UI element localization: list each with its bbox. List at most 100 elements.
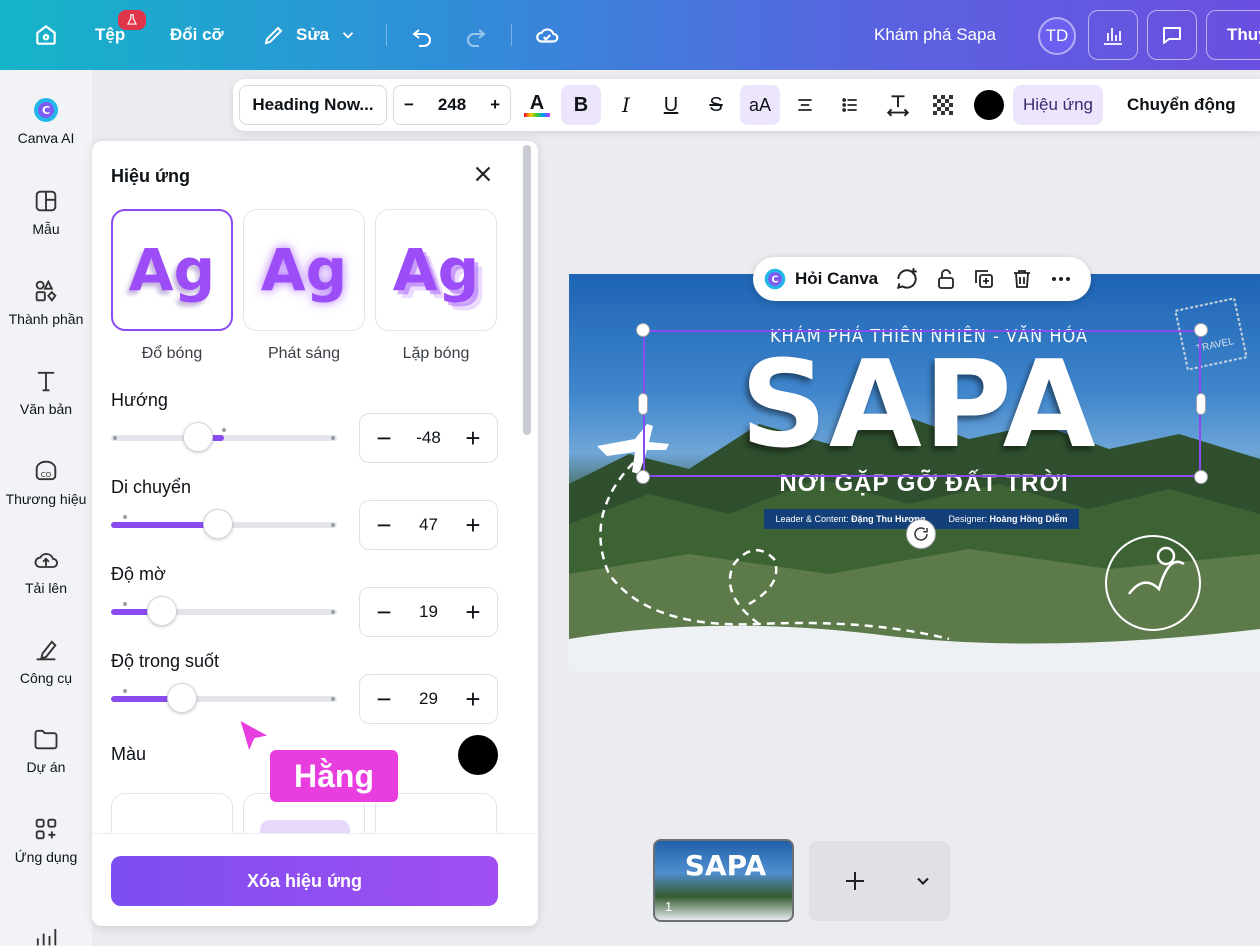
minus-button[interactable]: − bbox=[372, 686, 396, 712]
text-spacing-icon bbox=[886, 95, 910, 117]
spacing-button[interactable] bbox=[878, 85, 918, 125]
ask-canva-button[interactable]: C Hỏi Canva bbox=[763, 267, 878, 291]
resize-handle[interactable] bbox=[1196, 393, 1206, 415]
plus-button[interactable]: + bbox=[461, 425, 485, 451]
effect-glow-card[interactable]: Ag bbox=[243, 209, 365, 331]
color-swatch-button[interactable] bbox=[971, 85, 1007, 125]
folder-icon bbox=[34, 729, 58, 750]
sidebar-item-tools[interactable]: Công cụ bbox=[0, 636, 92, 686]
bold-button[interactable]: B bbox=[561, 85, 601, 125]
resize-handle[interactable] bbox=[1194, 323, 1208, 337]
transparency-stepper[interactable]: − 29 + bbox=[359, 674, 498, 724]
effect-shadow-card[interactable]: Ag bbox=[111, 209, 233, 331]
element-context-toolbar: C Hỏi Canva bbox=[753, 257, 1091, 301]
undo-button[interactable] bbox=[408, 0, 436, 70]
chevron-down-icon[interactable] bbox=[913, 871, 933, 891]
offset-slider[interactable] bbox=[111, 509, 337, 539]
sidebar-item-canva-ai[interactable]: C Canva AI bbox=[0, 96, 92, 146]
sidebar-item-apps[interactable]: Ứng dụng bbox=[0, 815, 92, 865]
letter-case-button[interactable]: aA bbox=[740, 85, 780, 125]
sidebar-item-elements[interactable]: Thành phần bbox=[0, 277, 92, 327]
plus-button[interactable]: + bbox=[461, 599, 485, 625]
slider-knob[interactable] bbox=[147, 596, 177, 626]
minus-button[interactable]: − bbox=[372, 512, 396, 538]
more-icon[interactable] bbox=[1048, 267, 1074, 291]
resize-handle[interactable] bbox=[636, 323, 650, 337]
plus-button[interactable]: + bbox=[461, 512, 485, 538]
plus-button[interactable]: + bbox=[461, 686, 485, 712]
slider-knob[interactable] bbox=[203, 509, 233, 539]
direction-slider[interactable] bbox=[111, 422, 337, 452]
panel-footer: Xóa hiệu ứng bbox=[92, 833, 538, 926]
shadow-color-swatch[interactable] bbox=[458, 735, 498, 775]
track-dot bbox=[113, 436, 117, 440]
underline-button[interactable]: U bbox=[651, 85, 691, 125]
resize-handle[interactable] bbox=[638, 393, 648, 415]
comments-button[interactable] bbox=[1147, 10, 1197, 60]
sidebar-item-projects[interactable]: Dự án bbox=[0, 725, 92, 775]
design-title[interactable]: Khám phá Sapa bbox=[874, 0, 996, 70]
text-color-button[interactable]: A bbox=[517, 85, 557, 125]
transparency-slider[interactable] bbox=[111, 683, 337, 713]
minus-button[interactable]: − bbox=[372, 425, 396, 451]
offset-value[interactable]: 47 bbox=[419, 515, 438, 535]
italic-button[interactable]: I bbox=[606, 85, 646, 125]
redo-button[interactable] bbox=[462, 0, 490, 70]
transparency-value[interactable]: 29 bbox=[419, 689, 438, 709]
close-button[interactable] bbox=[470, 161, 496, 187]
font-family-select[interactable]: Heading Now... bbox=[239, 85, 387, 125]
lock-icon[interactable] bbox=[934, 267, 958, 291]
slider-knob[interactable] bbox=[167, 683, 197, 713]
blur-label: Độ mờ bbox=[111, 564, 166, 584]
slider-knob[interactable] bbox=[183, 422, 213, 452]
decrease-size-button[interactable]: − bbox=[404, 95, 414, 115]
home-icon bbox=[36, 24, 56, 45]
collaborator-cursor-icon bbox=[238, 718, 271, 754]
resize-handle[interactable] bbox=[1194, 470, 1208, 484]
sidebar-item-uploads[interactable]: Tải lên bbox=[0, 546, 92, 596]
effect-echo-card[interactable]: Ag bbox=[375, 209, 497, 331]
offset-stepper[interactable]: − 47 + bbox=[359, 500, 498, 550]
effects-button[interactable]: Hiệu ứng bbox=[1013, 85, 1103, 125]
list-icon bbox=[842, 98, 857, 112]
share-button[interactable]: Thuy bbox=[1206, 10, 1260, 60]
minus-button[interactable]: − bbox=[372, 599, 396, 625]
track-dot bbox=[331, 697, 335, 701]
rotate-handle[interactable] bbox=[906, 519, 936, 549]
add-page-button[interactable] bbox=[809, 841, 950, 921]
selection-box bbox=[643, 330, 1201, 477]
resize-menu[interactable]: Đổi cỡ bbox=[170, 0, 224, 70]
direction-stepper[interactable]: − -48 + bbox=[359, 413, 498, 463]
edit-menu[interactable]: Sửa bbox=[262, 0, 357, 70]
remove-effect-button[interactable]: Xóa hiệu ứng bbox=[111, 856, 498, 906]
blur-value[interactable]: 19 bbox=[419, 602, 438, 622]
transparency-button[interactable] bbox=[923, 85, 963, 125]
blur-slider[interactable] bbox=[111, 596, 337, 626]
align-button[interactable] bbox=[785, 85, 825, 125]
increase-size-button[interactable]: + bbox=[490, 95, 500, 115]
list-button[interactable] bbox=[830, 85, 870, 125]
add-comment-icon[interactable] bbox=[894, 266, 920, 292]
direction-label: Hướng bbox=[111, 390, 168, 410]
trash-icon[interactable] bbox=[1010, 267, 1034, 291]
blur-stepper[interactable]: − 19 + bbox=[359, 587, 498, 637]
resize-handle[interactable] bbox=[636, 470, 650, 484]
color-swatch bbox=[974, 90, 1004, 120]
cloud-save-status[interactable] bbox=[532, 0, 562, 70]
page-thumbnail[interactable]: SAPA 1 bbox=[653, 839, 794, 922]
font-size-stepper[interactable]: − 248 + bbox=[393, 85, 511, 125]
sidebar-item-templates[interactable]: Mẫu bbox=[0, 187, 92, 237]
duplicate-icon[interactable] bbox=[972, 267, 996, 291]
direction-value[interactable]: -48 bbox=[416, 428, 441, 448]
animate-button[interactable]: Chuyển động bbox=[1117, 85, 1246, 125]
home-button[interactable] bbox=[26, 0, 66, 70]
scrollbar[interactable] bbox=[523, 145, 531, 435]
sidebar-item-more[interactable] bbox=[0, 922, 92, 946]
track-dot bbox=[331, 523, 335, 527]
sidebar-item-text[interactable]: Văn bản bbox=[0, 367, 92, 417]
insights-button[interactable] bbox=[1088, 10, 1138, 60]
sidebar-item-brand[interactable]: CO Thương hiệu bbox=[0, 457, 92, 507]
strikethrough-button[interactable]: S bbox=[696, 85, 736, 125]
avatar[interactable]: TD bbox=[1038, 17, 1076, 55]
font-size-value[interactable]: 248 bbox=[438, 95, 466, 115]
